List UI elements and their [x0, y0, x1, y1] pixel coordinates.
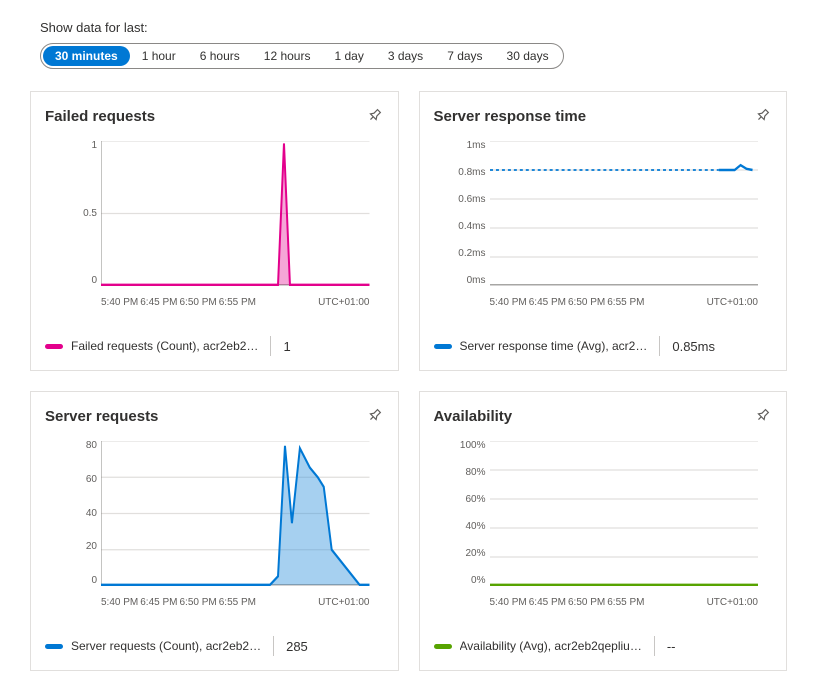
legend-swatch [45, 344, 63, 349]
y-tick: 1ms [450, 141, 486, 151]
card-title: Failed requests [45, 108, 384, 125]
card-title: Server requests [45, 408, 384, 425]
y-tick: 0.8ms [450, 168, 486, 178]
x-tick: 6:55 PM [219, 297, 256, 308]
chart-response[interactable]: 1ms 0.8ms 0.6ms 0.4ms 0.2ms 0ms [440, 141, 767, 316]
card-response-time: Server response time 1ms 0.8ms 0.6ms 0.4… [419, 91, 788, 371]
x-tick: 6:55 PM [219, 597, 256, 608]
timezone-label: UTC+01:00 [318, 597, 369, 608]
pin-icon [363, 404, 386, 427]
y-tick: 0% [450, 576, 486, 586]
x-tick: 6:45 PM [529, 597, 566, 608]
time-selector-label: Show data for last: [40, 20, 787, 35]
legend-label: Failed requests (Count), acr2eb2… [71, 339, 258, 353]
x-tick: 5:40 PM [490, 297, 527, 308]
pin-button[interactable] [745, 99, 779, 133]
x-tick: 6:45 PM [140, 597, 177, 608]
time-btn-7days[interactable]: 7 days [435, 46, 494, 66]
time-btn-1day[interactable]: 1 day [322, 46, 375, 66]
y-tick: 0ms [450, 276, 486, 286]
y-tick: 60 [61, 475, 97, 485]
legend-label: Server response time (Avg), acr2… [460, 339, 648, 353]
pin-button[interactable] [745, 399, 779, 433]
legend-value: 1 [283, 339, 290, 354]
time-btn-6hours[interactable]: 6 hours [188, 46, 252, 66]
legend-value: -- [667, 639, 676, 654]
x-tick: 5:40 PM [490, 597, 527, 608]
y-tick: 40% [450, 522, 486, 532]
y-tick: 80 [61, 441, 97, 451]
y-tick: 0.2ms [450, 249, 486, 259]
y-tick: 60% [450, 495, 486, 505]
legend-value: 285 [286, 639, 308, 654]
y-tick: 1 [61, 141, 97, 151]
card-failed-requests: Failed requests 1 0.5 0 5:40 PM [30, 91, 399, 371]
pin-button[interactable] [357, 399, 391, 433]
legend-separator [270, 336, 271, 356]
pin-button[interactable] [357, 99, 391, 133]
time-btn-30min[interactable]: 30 minutes [43, 46, 130, 66]
time-btn-1hour[interactable]: 1 hour [130, 46, 188, 66]
x-tick: 6:50 PM [568, 597, 605, 608]
y-tick: 0.4ms [450, 222, 486, 232]
x-tick: 5:40 PM [101, 297, 138, 308]
legend-value: 0.85ms [672, 339, 715, 354]
legend-swatch [434, 344, 452, 349]
chart-requests[interactable]: 80 60 40 20 0 5 [51, 441, 378, 616]
y-tick: 20% [450, 549, 486, 559]
x-tick: 5:40 PM [101, 597, 138, 608]
y-tick: 40 [61, 509, 97, 519]
legend-separator [273, 636, 274, 656]
y-tick: 0 [61, 576, 97, 586]
x-tick: 6:45 PM [529, 297, 566, 308]
x-tick: 6:55 PM [607, 297, 644, 308]
x-tick: 6:50 PM [180, 597, 217, 608]
timezone-label: UTC+01:00 [707, 297, 758, 308]
y-tick: 0.6ms [450, 195, 486, 205]
y-tick: 0.5 [61, 209, 97, 219]
chart-failed[interactable]: 1 0.5 0 5:40 PM 6:45 PM 6:50 PM [51, 141, 378, 316]
timezone-label: UTC+01:00 [318, 297, 369, 308]
x-tick: 6:50 PM [568, 297, 605, 308]
card-server-requests: Server requests 80 60 40 20 0 [30, 391, 399, 671]
x-tick: 6:55 PM [607, 597, 644, 608]
card-availability: Availability 100% 80% 60% 40% 20% 0% [419, 391, 788, 671]
time-btn-12hours[interactable]: 12 hours [252, 46, 323, 66]
pin-icon [363, 104, 386, 127]
y-tick: 20 [61, 542, 97, 552]
legend-separator [659, 336, 660, 356]
legend-swatch [45, 644, 63, 649]
pin-icon [752, 404, 775, 427]
chart-availability[interactable]: 100% 80% 60% 40% 20% 0% 5:40 [440, 441, 767, 616]
x-tick: 6:45 PM [140, 297, 177, 308]
y-tick: 100% [450, 441, 486, 451]
timezone-label: UTC+01:00 [707, 597, 758, 608]
legend-label: Server requests (Count), acr2eb2… [71, 639, 261, 653]
card-title: Server response time [434, 108, 773, 125]
time-range-selector: 30 minutes 1 hour 6 hours 12 hours 1 day… [40, 43, 564, 69]
x-tick: 6:50 PM [180, 297, 217, 308]
time-btn-3days[interactable]: 3 days [376, 46, 435, 66]
card-title: Availability [434, 408, 773, 425]
y-tick: 80% [450, 468, 486, 478]
legend-separator [654, 636, 655, 656]
time-btn-30days[interactable]: 30 days [495, 46, 561, 66]
legend-label: Availability (Avg), acr2eb2qepliu… [460, 639, 642, 653]
pin-icon [752, 104, 775, 127]
legend-swatch [434, 644, 452, 649]
y-tick: 0 [61, 276, 97, 286]
